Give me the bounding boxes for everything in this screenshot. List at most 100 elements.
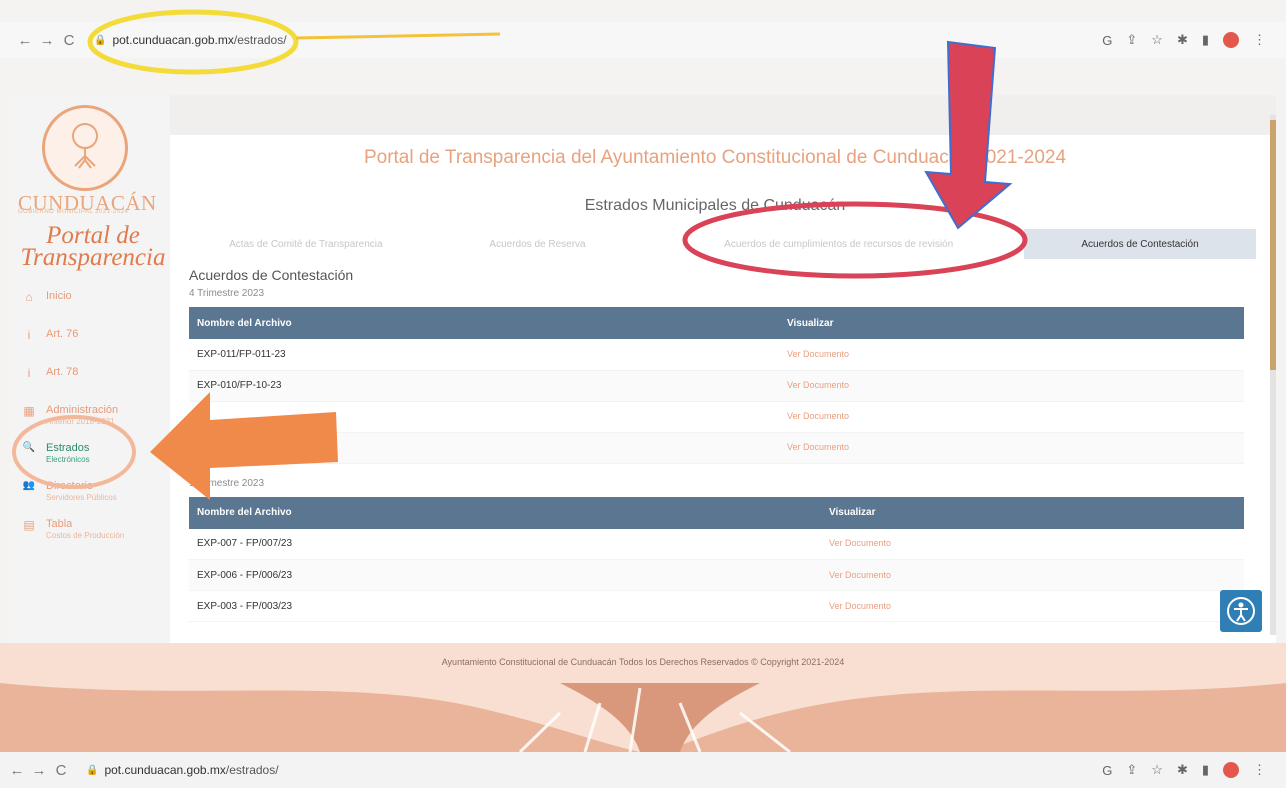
- table-icon: ▤: [23, 518, 35, 532]
- table-row: EXP-003 - FP/003/23 Ver Documento: [189, 590, 1244, 622]
- back-icon[interactable]: ←: [6, 762, 28, 779]
- sidebar-item-label: Inicio: [46, 290, 72, 302]
- sidebar-item-tabla[interactable]: ▤ Tabla Costos de Producción: [22, 518, 170, 556]
- file-name: EXP-006 - FP/006/23: [189, 559, 821, 591]
- main-content: Portal de Transparencia del Ayuntamiento…: [170, 95, 1276, 643]
- scrollbar-thumb[interactable]: [1270, 120, 1276, 370]
- section-title: Estrados Municipales de Cunduacán: [584, 197, 846, 214]
- sidebar-icon[interactable]: ▮: [1202, 762, 1209, 778]
- google-icon[interactable]: G: [1102, 763, 1112, 778]
- web-page: CUNDUACÁN GOBIERNO MUNICIPAL 2021-2024 P…: [10, 95, 1276, 643]
- file-name: EXP-010/FP-10-23: [189, 370, 779, 402]
- info-icon: i: [27, 328, 31, 342]
- view-document-link[interactable]: Ver Documento: [787, 442, 849, 452]
- accessibility-button[interactable]: [1220, 590, 1262, 632]
- table-row: Ver Documento: [189, 432, 1244, 464]
- url-domain: pot.cunduacan.gob.mx: [104, 763, 226, 777]
- sidebar-item-label: Art. 76: [46, 328, 79, 340]
- tab-acuerdos-cumplimientos[interactable]: Acuerdos de cumplimientos de recursos de…: [653, 229, 1024, 259]
- municipal-logo[interactable]: [42, 105, 128, 191]
- file-name: EXP-003 - FP/003/23: [189, 590, 821, 622]
- people-icon: 👥: [22, 480, 36, 491]
- star-icon[interactable]: ☆: [1151, 762, 1163, 778]
- sidebar-item-sublabel: Servidores Públicos: [46, 493, 117, 502]
- view-document-link[interactable]: Ver Documento: [829, 570, 891, 580]
- column-header-name: Nombre del Archivo: [189, 307, 779, 339]
- extensions-icon[interactable]: ✱: [1177, 762, 1188, 778]
- tab-acuerdos-contestacion[interactable]: Acuerdos de Contestación: [1024, 229, 1257, 259]
- star-icon[interactable]: ☆: [1151, 32, 1163, 48]
- browser-toolbar-bottom: ← → C 🔒 pot.cunduacan.gob.mx/estrados/ G…: [0, 752, 1286, 788]
- sidebar-item-administracion[interactable]: ▦ Administración Anterior 2018-2021: [22, 404, 170, 442]
- url-domain: pot.cunduacan.gob.mx: [112, 33, 234, 47]
- accessibility-icon: [1227, 597, 1255, 625]
- sidebar-item-sublabel: Costos de Producción: [46, 531, 125, 540]
- table-row: Ver Documento: [189, 401, 1244, 433]
- forward-icon[interactable]: →: [36, 32, 58, 49]
- lock-icon: 🔒: [86, 764, 99, 776]
- tab-acuerdos-reserva[interactable]: Acuerdos de Reserva: [422, 229, 654, 259]
- sidebar-menu: ⌂ Inicio i Art. 76 i Art. 78 ▦ Administr…: [22, 290, 170, 556]
- address-bar[interactable]: 🔒 pot.cunduacan.gob.mx/estrados/: [94, 33, 287, 47]
- profile-icon[interactable]: [1223, 32, 1239, 48]
- url-path: /estrados/: [233, 33, 287, 47]
- search-icon: 🔍: [22, 442, 36, 453]
- menu-icon[interactable]: ⋮: [1253, 762, 1266, 778]
- sidebar-item-sublabel: Electrónicos: [46, 455, 90, 464]
- period-label: 4 Trimestre 2023: [189, 288, 265, 299]
- file-name: EXP-011/FP-011-23: [189, 339, 779, 371]
- files-table: Nombre del Archivo Visualizar EXP-011/FP…: [189, 307, 1244, 464]
- page-title: Portal de Transparencia del Ayuntamiento…: [363, 147, 1067, 168]
- url-path: /estrados/: [225, 763, 279, 777]
- sidebar-item-label: Directorio: [46, 480, 94, 492]
- sidebar-icon[interactable]: ▮: [1202, 32, 1209, 48]
- view-document-link[interactable]: Ver Documento: [787, 349, 849, 359]
- menu-icon[interactable]: ⋮: [1253, 32, 1266, 48]
- table-row: EXP-011/FP-011-23 Ver Documento: [189, 339, 1244, 371]
- sidebar-item-directorio[interactable]: 👥 Directorio Servidores Públicos: [22, 480, 170, 518]
- sidebar-item-inicio[interactable]: ⌂ Inicio: [22, 290, 170, 328]
- extensions-icon[interactable]: ✱: [1177, 32, 1188, 48]
- view-document-link[interactable]: Ver Documento: [787, 380, 849, 390]
- column-header-view: Visualizar: [821, 496, 1244, 529]
- column-header-name: Nombre del Archivo: [189, 496, 821, 529]
- view-document-link[interactable]: Ver Documento: [829, 538, 891, 548]
- sidebar-item-label: Estrados: [46, 442, 90, 454]
- browser-toolbar-top: ← → C 🔒 pot.cunduacan.gob.mx/estrados/ G…: [0, 22, 1286, 58]
- sidebar-item-art-78[interactable]: i Art. 78: [22, 366, 170, 404]
- share-icon[interactable]: ⇪: [1126, 32, 1137, 48]
- sidebar: CUNDUACÁN GOBIERNO MUNICIPAL 2021-2024 P…: [10, 95, 170, 643]
- sidebar-item-label: Tabla: [46, 518, 73, 530]
- tab-actas-comite[interactable]: Actas de Comité de Transparencia: [190, 229, 422, 259]
- period-label: 1 Trimestre 2023: [189, 477, 265, 489]
- table-row: EXP-007 - FP/007/23 Ver Documento: [189, 528, 1244, 560]
- reload-icon[interactable]: C: [58, 32, 80, 49]
- profile-icon[interactable]: [1223, 762, 1239, 778]
- sidebar-item-estrados[interactable]: 🔍 Estrados Electrónicos: [22, 442, 170, 480]
- sidebar-item-art-76[interactable]: i Art. 76: [22, 328, 170, 366]
- file-name: [189, 432, 779, 464]
- portal-title[interactable]: Portal de Transparencia: [16, 223, 170, 270]
- tree-icon: [72, 123, 98, 169]
- forward-icon[interactable]: →: [28, 762, 50, 779]
- address-bar[interactable]: 🔒 pot.cunduacan.gob.mx/estrados/: [86, 763, 279, 777]
- footer-copyright: Ayuntamiento Constitucional de Cunduacán…: [441, 657, 845, 667]
- view-document-link[interactable]: Ver Documento: [787, 411, 849, 421]
- table-row: EXP-006 - FP/006/23 Ver Documento: [189, 559, 1244, 591]
- column-header-view: Visualizar: [779, 307, 1244, 339]
- reload-icon[interactable]: C: [50, 762, 72, 779]
- home-icon: ⌂: [25, 290, 33, 304]
- view-document-link[interactable]: Ver Documento: [829, 601, 891, 611]
- share-icon[interactable]: ⇪: [1126, 762, 1137, 778]
- back-icon[interactable]: ←: [14, 32, 36, 49]
- sidebar-item-label: Art. 78: [46, 366, 79, 378]
- lock-icon: 🔒: [94, 34, 107, 46]
- google-icon[interactable]: G: [1102, 33, 1112, 48]
- sidebar-item-label: Administración: [46, 404, 119, 416]
- files-table: Nombre del Archivo Visualizar EXP-007 - …: [189, 496, 1244, 622]
- browser-tools: G ⇪ ☆ ✱ ▮ ⋮: [1102, 32, 1266, 48]
- table-row: EXP-010/FP-10-23 Ver Documento: [189, 370, 1244, 402]
- sidebar-item-sublabel: Anterior 2018-2021: [46, 417, 115, 426]
- footer: Ayuntamiento Constitucional de Cunduacán…: [0, 643, 1286, 752]
- tab-bar: Actas de Comité de Transparencia Acuerdo…: [190, 229, 1257, 259]
